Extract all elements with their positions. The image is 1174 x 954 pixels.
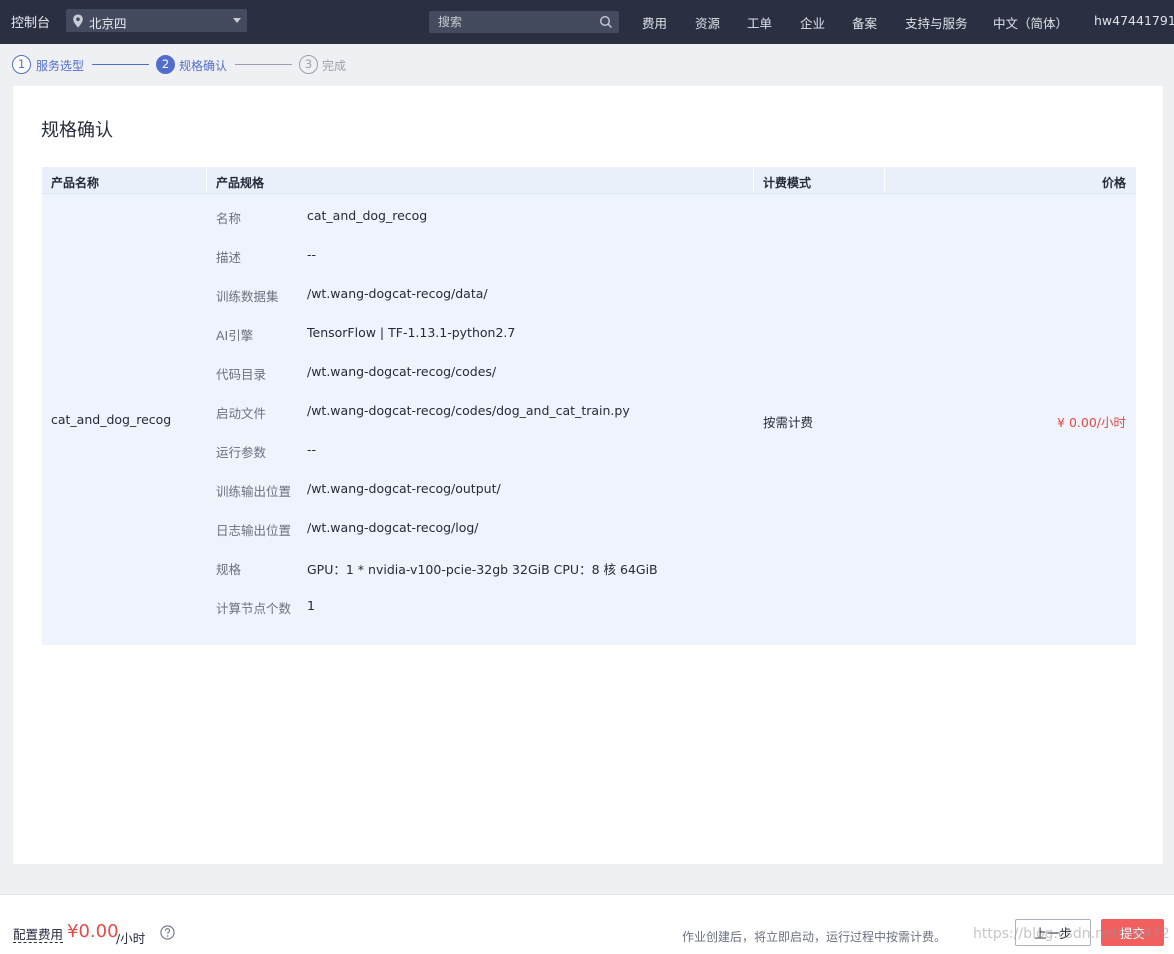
- submit-button[interactable]: 提交: [1101, 919, 1164, 946]
- main-panel: 规格确认 产品名称 产品规格 计费模式 价格 cat_and_dog_recog…: [13, 86, 1163, 864]
- step-indicator: 1 服务选型 2 规格确认 3 完成: [12, 55, 412, 75]
- help-icon[interactable]: [160, 925, 175, 940]
- spec-key: 训练数据集: [216, 289, 279, 304]
- top-navigation-bar: 控制台 北京四 费用 资源 工单 企业 备案 支持与服务 中文（简体） hw47…: [0, 0, 1174, 44]
- language-selector[interactable]: 中文（简体）: [993, 13, 1068, 32]
- spec-value: TensorFlow | TF-1.13.1-python2.7: [307, 325, 516, 340]
- spec-key: 启动文件: [216, 406, 267, 421]
- header-product-name: 产品名称: [51, 176, 100, 190]
- spec-value: cat_and_dog_recog: [307, 208, 428, 223]
- step-connector: [235, 64, 292, 65]
- spec-key: AI引擎: [216, 328, 254, 343]
- header-billing-mode: 计费模式: [763, 176, 812, 190]
- column-divider: [753, 169, 754, 192]
- billing-note: 作业创建后，将立即启动，运行过程中按需计费。: [682, 930, 947, 944]
- search-box: [429, 11, 619, 33]
- spec-key: 名称: [216, 211, 242, 226]
- spec-key: 日志输出位置: [216, 523, 292, 538]
- step-1-circle: 1: [12, 55, 31, 74]
- location-pin-icon: [73, 14, 83, 28]
- spec-key: 训练输出位置: [216, 484, 292, 499]
- spec-value: 1: [307, 598, 315, 613]
- table-header: 产品名称 产品规格 计费模式 价格: [42, 167, 1136, 194]
- spec-key: 描述: [216, 250, 242, 265]
- spec-key: 运行参数: [216, 445, 267, 460]
- header-product-spec: 产品规格: [216, 176, 265, 190]
- step-2-circle: 2: [156, 55, 175, 74]
- nav-tickets[interactable]: 工单: [747, 13, 772, 32]
- spec-value: /wt.wang-dogcat-recog/codes/: [307, 364, 497, 379]
- nav-fees[interactable]: 费用: [642, 13, 667, 32]
- spec-table: 产品名称 产品规格 计费模式 价格 cat_and_dog_recog 名称 c…: [42, 167, 1136, 645]
- price-cell: ¥ 0.00/小时: [1057, 415, 1126, 430]
- console-link[interactable]: 控制台: [11, 12, 50, 31]
- spec-value: /wt.wang-dogcat-recog/output/: [307, 481, 501, 496]
- chevron-down-icon: [233, 18, 241, 23]
- nav-support[interactable]: 支持与服务: [905, 13, 968, 32]
- spec-value: GPU：1 * nvidia-v100-pcie-32gb 32GiB CPU：…: [307, 562, 658, 577]
- step-1-label: 服务选型: [36, 59, 85, 73]
- footer-bar: 配置费用 ¥0.00 /小时 作业创建后，将立即启动，运行过程中按需计费。 上一…: [0, 894, 1174, 954]
- step-3-circle: 3: [299, 55, 318, 74]
- previous-step-button[interactable]: 上一步: [1015, 919, 1091, 946]
- page-title: 规格确认: [41, 120, 113, 141]
- column-divider: [206, 169, 207, 192]
- spec-key: 计算节点个数: [216, 601, 292, 616]
- step-2-label: 规格确认: [179, 59, 228, 73]
- search-icon[interactable]: [599, 15, 613, 29]
- config-fee-unit: /小时: [116, 931, 146, 946]
- user-account[interactable]: hw47441791: [1094, 13, 1174, 28]
- region-selector[interactable]: 北京四: [66, 9, 247, 32]
- spec-value: /wt.wang-dogcat-recog/data/: [307, 286, 488, 301]
- nav-resources[interactable]: 资源: [695, 13, 720, 32]
- spec-key: 规格: [216, 562, 242, 577]
- config-fee-label[interactable]: 配置费用: [13, 928, 64, 943]
- spec-value: --: [307, 442, 317, 457]
- spec-value: --: [307, 247, 317, 262]
- step-3-label: 完成: [322, 59, 347, 73]
- nav-filing[interactable]: 备案: [852, 13, 877, 32]
- spec-value: /wt.wang-dogcat-recog/log/: [307, 520, 479, 535]
- billing-mode-cell: 按需计费: [763, 415, 814, 430]
- spec-value: /wt.wang-dogcat-recog/codes/dog_and_cat_…: [307, 403, 630, 418]
- search-input[interactable]: [429, 11, 594, 33]
- column-divider: [884, 169, 885, 192]
- region-label: 北京四: [89, 16, 127, 31]
- spec-key: 代码目录: [216, 367, 267, 382]
- product-name-cell: cat_and_dog_recog: [51, 412, 172, 427]
- nav-enterprise[interactable]: 企业: [800, 13, 825, 32]
- config-fee-value: ¥0.00: [67, 921, 119, 942]
- step-connector: [92, 64, 149, 65]
- header-price: 价格: [1101, 176, 1126, 190]
